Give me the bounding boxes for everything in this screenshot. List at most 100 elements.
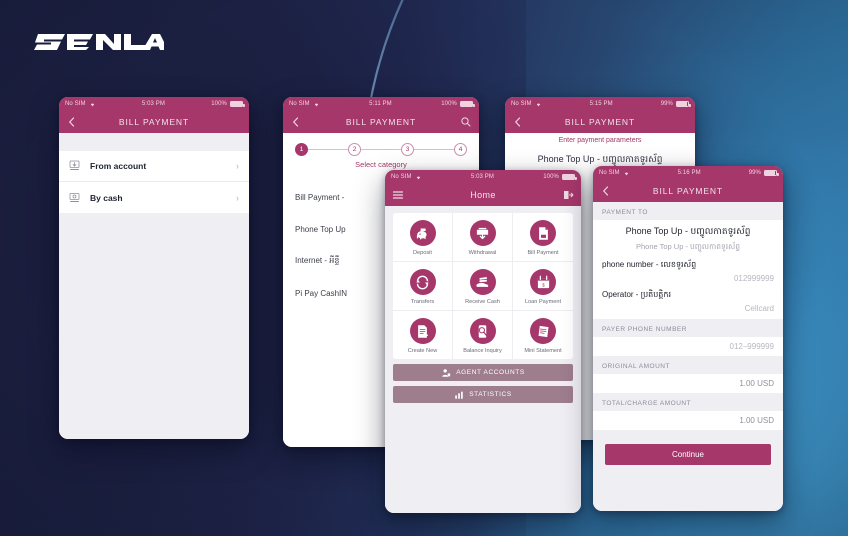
step-connector [414, 149, 454, 150]
screenshot-stage: No SIM 5:03 PM 100% BILL PAYMENT From ac… [0, 0, 848, 536]
agent-person-icon [442, 368, 451, 377]
nav-bar: BILL PAYMENT [59, 111, 249, 133]
step-1[interactable]: 1 [295, 143, 308, 156]
wifi-icon [536, 103, 540, 107]
grid-item-label: Receive Cash [465, 299, 500, 305]
search-icon[interactable] [460, 116, 472, 128]
grid-item-mini-statement[interactable]: Mini Statement [513, 311, 573, 359]
senla-logo [34, 34, 164, 50]
field-value-operator[interactable]: Cellcard [602, 304, 774, 313]
grid-item-label: Loan Payment [524, 299, 562, 305]
status-time: 5:03 PM [470, 174, 494, 180]
grid-item-label: Withdrawal [468, 250, 497, 256]
battery-icon [676, 101, 691, 107]
payment-to-card: Phone Top Up - បញ្ចូលកាតទូរស័ព្ទ Phone T… [593, 220, 783, 319]
status-bar: No SIM 5:03 PM 100% [59, 97, 249, 111]
grid-item-balance-inquiry[interactable]: Balance Inquiry [453, 311, 513, 359]
calendar-loan-icon: $ [530, 269, 556, 295]
status-time: 5:16 PM [677, 170, 701, 176]
piggy-bank-icon [409, 220, 436, 246]
transfer-arrows-icon [409, 269, 436, 295]
list-item-label: By cash [90, 192, 123, 203]
grid-item-receive-cash[interactable]: Receive Cash [453, 262, 513, 311]
status-time: 5:03 PM [141, 101, 165, 107]
logout-icon[interactable] [562, 189, 574, 201]
status-bar: No SIM 5:16 PM 99% [593, 166, 783, 180]
screen-content: Deposit Withdrawal Bill Payment Transfer… [385, 206, 581, 513]
grid-item-loan-payment[interactable]: $ Loan Payment [513, 262, 573, 311]
nav-spacer [676, 116, 688, 128]
step-4[interactable]: 4 [454, 143, 467, 156]
create-new-icon [409, 318, 436, 344]
actions-grid: Deposit Withdrawal Bill Payment Transfer… [393, 213, 573, 359]
page-title: BILL PAYMENT [564, 117, 636, 127]
list-item-label: From account [90, 161, 147, 171]
wifi-icon [314, 103, 318, 107]
battery-icon [764, 170, 779, 176]
battery-icon [562, 174, 577, 180]
list-item-from-account[interactable]: From account › [59, 151, 249, 182]
chevron-left-icon[interactable] [290, 116, 302, 128]
status-bar: No SIM 5:11 PM 100% [283, 97, 479, 111]
section-header-payer-phone: PAYER PHONE NUMBER [602, 326, 687, 333]
original-amount-value[interactable]: 1.00 USD [593, 374, 783, 393]
grid-item-label: Deposit [413, 250, 432, 256]
stepper-label: Select category [355, 160, 407, 169]
field-value-phone-number[interactable]: 012999999 [602, 274, 774, 283]
status-time: 5:11 PM [369, 101, 392, 107]
grid-item-deposit[interactable]: Deposit [393, 213, 453, 262]
status-carrier: No SIM [511, 101, 532, 107]
bar-chart-icon [455, 391, 463, 399]
continue-button[interactable]: Continue [605, 444, 771, 465]
nav-bar: BILL PAYMENT [505, 111, 695, 133]
grid-item-label: Balance Inquiry [463, 348, 502, 354]
button-statistics[interactable]: STATISTICS [393, 386, 573, 403]
grid-item-label: Create New [407, 348, 438, 354]
button-agent-accounts[interactable]: AGENT ACCOUNTS [393, 364, 573, 381]
grid-item-bill-payment[interactable]: Bill Payment [513, 213, 573, 262]
payment-secondary-text: Phone Top Up - បញ្ចូលកាតទូរស័ព្ទ [635, 242, 741, 251]
mini-statement-icon [530, 318, 556, 344]
step-3[interactable]: 3 [401, 143, 414, 156]
stepper: 1 2 3 4 [283, 133, 479, 156]
nav-bar: Home [385, 184, 581, 206]
field-label-phone-number: phone number - លេខទូរស័ព្ទ [602, 260, 697, 269]
section-subtitle: Enter payment parameters [505, 133, 695, 146]
status-battery-percent: 100% [543, 174, 559, 180]
grid-item-withdrawal[interactable]: Withdrawal [453, 213, 513, 262]
phone-home: No SIM 5:03 PM 100% Home Deposit Withdra… [385, 170, 581, 513]
grid-item-label: Mini Statement [524, 348, 562, 354]
hamburger-icon[interactable] [392, 189, 404, 201]
page-title: BILL PAYMENT [652, 186, 724, 196]
button-label: STATISTICS [469, 391, 512, 398]
step-2[interactable]: 2 [348, 143, 361, 156]
chevron-right-icon: › [236, 161, 239, 171]
total-amount-value[interactable]: 1.00 USD [593, 411, 783, 430]
grid-item-create-new[interactable]: Create New [393, 311, 453, 359]
wifi-icon [416, 176, 420, 180]
list-item-by-cash[interactable]: By cash › [59, 182, 249, 213]
grid-item-transfers[interactable]: Transfers [393, 262, 453, 311]
balance-inquiry-icon [469, 318, 496, 344]
payment-primary-text: Phone Top Up - បញ្ចូលកាតទូរស័ព្ទ [625, 226, 751, 236]
bill-document-icon [530, 220, 556, 246]
source-list: From account › By cash › [59, 151, 249, 213]
actions-card: Deposit Withdrawal Bill Payment Transfer… [393, 213, 573, 359]
cash-in-icon [69, 192, 80, 202]
battery-icon [230, 101, 245, 107]
chevron-left-icon[interactable] [600, 185, 612, 197]
page-title: Home [470, 190, 496, 200]
status-battery-percent: 99% [748, 170, 761, 176]
payer-phone-value[interactable]: 012–999999 [593, 337, 783, 356]
wifi-icon [624, 172, 628, 176]
status-bar: No SIM 5:03 PM 100% [385, 170, 581, 184]
status-carrier: No SIM [599, 170, 620, 176]
page-title: BILL PAYMENT [118, 117, 190, 127]
status-battery-percent: 100% [441, 101, 457, 107]
status-battery-percent: 100% [211, 101, 227, 107]
field-label-operator: Operator - ប្រតិបត្តិករ [602, 290, 671, 299]
chevron-left-icon[interactable] [512, 116, 524, 128]
chevron-left-icon[interactable] [66, 116, 78, 128]
phone-bill-payment-source: No SIM 5:03 PM 100% BILL PAYMENT From ac… [59, 97, 249, 439]
